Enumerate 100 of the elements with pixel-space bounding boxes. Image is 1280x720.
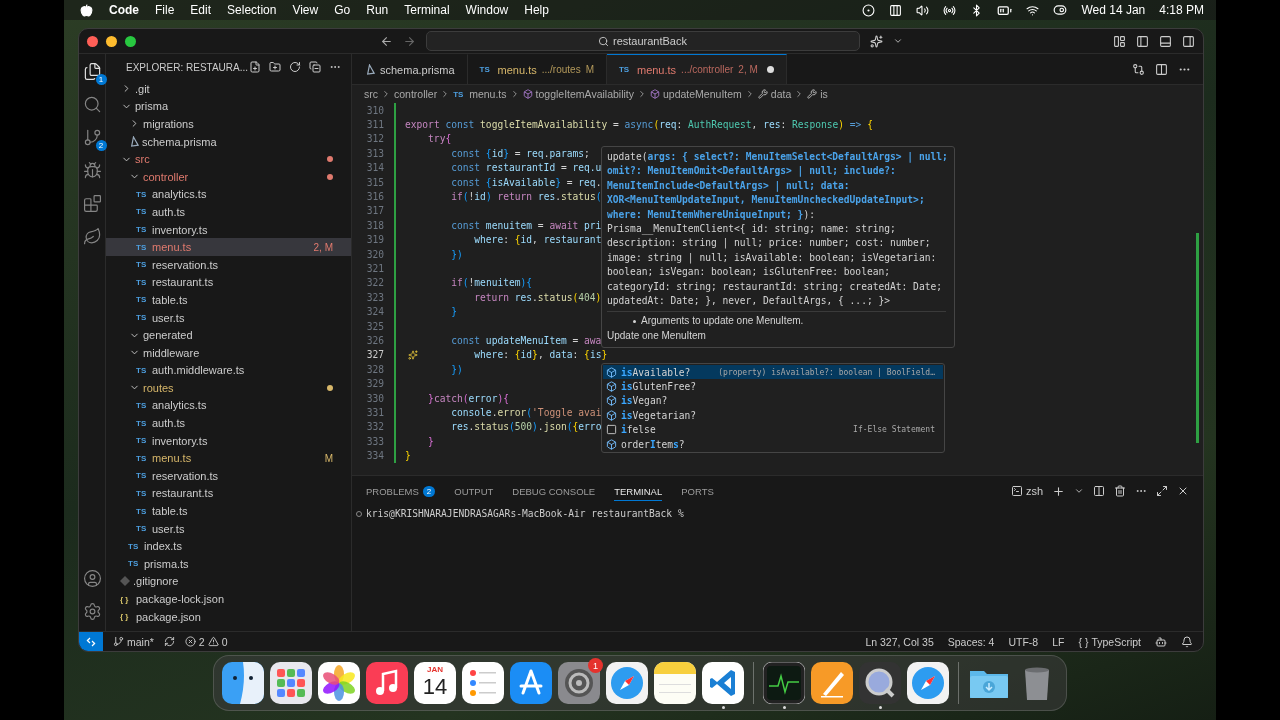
branch-button[interactable]: main* (113, 635, 154, 648)
menu-item[interactable]: Help (524, 3, 549, 17)
explorer-file[interactable]: TS analytics.ts (106, 396, 351, 415)
pulse-monitor-icon[interactable] (763, 662, 805, 704)
maximize-icon[interactable] (1156, 485, 1168, 497)
calendar-icon[interactable]: JAN 14 (414, 662, 456, 704)
settings-icon[interactable] (82, 602, 102, 621)
problems-button[interactable]: 2 0 (184, 635, 228, 648)
menu-item[interactable]: View (292, 3, 319, 17)
suggestion-item[interactable]: isGlutenFree? (603, 379, 943, 394)
explorer-folder[interactable]: middleware (106, 343, 351, 362)
compass-icon[interactable] (907, 662, 949, 704)
source-control-icon[interactable] (82, 128, 102, 147)
run-debug-icon[interactable] (82, 161, 102, 180)
suggestion-item[interactable]: isAvailable? (property) isAvailable?: boolean | BoolField… (603, 365, 943, 380)
assistant-icon[interactable] (1155, 635, 1167, 648)
volume-icon[interactable] (916, 3, 930, 17)
explorer-file[interactable]: TS auth.ts (106, 414, 351, 432)
explorer-folder[interactable]: prisma (106, 97, 351, 116)
panel-left-icon[interactable] (1136, 34, 1149, 48)
panel-right-icon[interactable] (1182, 34, 1195, 48)
back-arrow-icon[interactable] (379, 34, 393, 48)
menu-item[interactable]: Selection (227, 3, 277, 17)
sync-icon[interactable] (163, 636, 175, 647)
list-icon[interactable] (462, 662, 504, 704)
explorer-folder[interactable]: migrations (106, 115, 351, 133)
explorer-file[interactable]: TS restaurant.ts (106, 273, 351, 292)
panel-tab[interactable]: OUTPUT (454, 481, 494, 501)
search-icon[interactable] (82, 95, 102, 114)
explorer-file[interactable]: .gitignore (106, 572, 351, 591)
explorer-file[interactable]: TS inventory.ts (106, 220, 351, 239)
suggestion-item[interactable]: isVegan? (603, 393, 943, 409)
explorer-folder[interactable]: .git (106, 80, 351, 98)
new-folder-icon[interactable] (269, 61, 281, 73)
music-note-icon[interactable] (366, 662, 408, 704)
sparkle-icon[interactable] (869, 34, 883, 48)
minimize-button[interactable] (106, 35, 117, 47)
panel-tab[interactable]: TERMINAL (614, 481, 663, 501)
menu-item[interactable]: Code (109, 3, 139, 17)
explorer-file[interactable]: { } package-lock.json (106, 590, 351, 608)
breadcrumb-item[interactable]: controller (394, 88, 438, 100)
explorer-file[interactable]: TS user.ts (106, 308, 351, 327)
close-button[interactable] (87, 35, 98, 47)
explorer-file[interactable]: TS reservation.ts (106, 255, 351, 274)
layout-icon[interactable] (1113, 34, 1126, 48)
menu-item[interactable]: Window (465, 3, 509, 17)
split-icon[interactable] (1093, 485, 1105, 497)
menu-item[interactable]: File (155, 3, 175, 17)
panel-tab[interactable]: DEBUG CONSOLE (512, 481, 596, 501)
explorer-file[interactable]: TS menu.ts 2, M (106, 238, 351, 256)
explorer-file[interactable]: TS inventory.ts (106, 431, 351, 450)
menu-item[interactable]: Run (366, 3, 389, 17)
leaf-icon[interactable] (82, 227, 102, 246)
columns-icon[interactable] (889, 3, 903, 17)
explorer-folder[interactable]: src (106, 150, 351, 168)
grid-icon[interactable] (270, 662, 312, 704)
explorer-file[interactable]: TS reservation.ts (106, 467, 351, 485)
trash-icon[interactable] (1114, 485, 1126, 497)
panel-tab[interactable]: PORTS (681, 481, 714, 501)
app-store-icon[interactable] (510, 662, 552, 704)
explorer-file[interactable]: TS menu.ts M (106, 449, 351, 468)
breadcrumb-item[interactable]: toggleItemAvailability (535, 88, 634, 100)
explorer-file[interactable]: TS auth.ts (106, 203, 351, 221)
breadcrumb-item[interactable]: data (770, 88, 792, 100)
panel-bottom-icon[interactable] (1159, 34, 1172, 48)
panel-tab[interactable]: PROBLEMS 2 (366, 481, 436, 501)
explorer-file[interactable]: schema.prisma (106, 132, 351, 151)
control-center-icon[interactable] (1053, 3, 1068, 17)
command-search-field[interactable]: restaurantBack (425, 31, 860, 51)
code-editor-icon[interactable] (702, 662, 744, 704)
gear-icon[interactable] (558, 662, 600, 704)
new-file-icon[interactable] (249, 61, 261, 73)
explorer-file[interactable]: TS prisma.ts (106, 555, 351, 573)
explorer-file[interactable]: { } package.json (106, 607, 351, 626)
suggestion-item[interactable]: ifelse If-Else Statement (603, 422, 943, 437)
pen-icon[interactable] (811, 662, 853, 704)
explorer-file[interactable]: TS analytics.ts (106, 185, 351, 204)
suggestion-item[interactable]: isVegetarian? (603, 408, 943, 423)
wifi-icon[interactable] (1026, 3, 1040, 17)
menu-item[interactable]: Go (334, 3, 351, 17)
explorer-file[interactable]: TS auth.middleware.ts (106, 361, 351, 380)
suggestion-item[interactable]: orderItems? (603, 436, 943, 452)
menu-item[interactable]: Terminal (404, 3, 450, 17)
status-item[interactable]: { } TypeScript (1078, 635, 1141, 648)
explorer-file[interactable]: TS table.ts (106, 291, 351, 309)
sparkle-icon[interactable] (408, 349, 418, 360)
explorer-folder[interactable]: routes (106, 379, 351, 397)
breadcrumb-item[interactable]: menu.ts (469, 88, 507, 100)
collapse-icon[interactable] (309, 61, 321, 73)
chevron-down-icon[interactable] (1074, 486, 1084, 496)
extensions-icon[interactable] (82, 194, 102, 213)
notepad-icon[interactable] (654, 662, 696, 704)
chevron-down-icon[interactable] (892, 36, 903, 46)
explorer-folder[interactable]: controller (106, 167, 351, 186)
explorer-file[interactable]: TS index.ts (106, 537, 351, 556)
explorer-file[interactable]: TS table.ts (106, 502, 351, 520)
status-item[interactable]: LF (1052, 635, 1065, 648)
status-item[interactable]: UTF-8 (1008, 635, 1039, 648)
terminal-shell-button[interactable]: zsh (1010, 485, 1043, 497)
breadcrumb-item[interactable]: is (820, 88, 828, 100)
